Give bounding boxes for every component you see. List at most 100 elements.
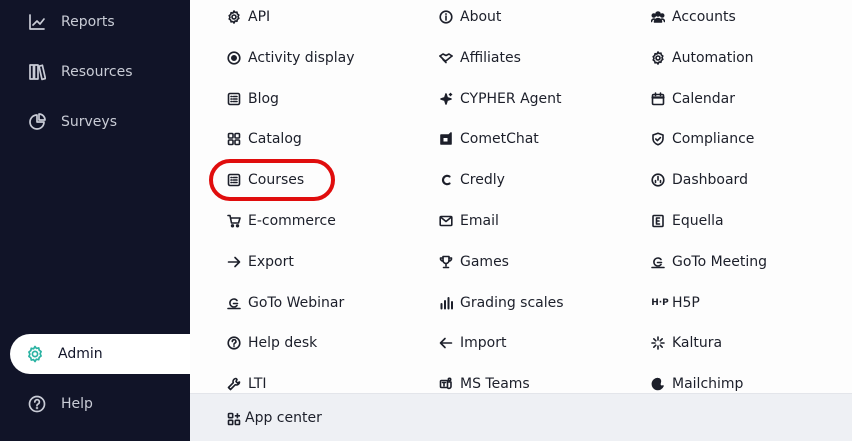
menu-item-goto-webinar[interactable]: GoTo Webinar [227,293,344,313]
menu-item-export[interactable]: Export [227,252,294,272]
sidebar-item-admin[interactable]: Admin [10,334,190,374]
menu-item-label: Email [460,213,499,229]
menu-item-kaltura[interactable]: Kaltura [651,333,722,353]
menu-item-label: Games [460,254,509,270]
menu-item-label: Kaltura [672,335,723,351]
menu-item-label: CometChat [460,131,539,147]
arrow-left-icon [439,336,453,350]
help-circle-icon [28,395,46,413]
menu-item-dashboard[interactable]: Dashboard [651,170,748,190]
menu-item-label: Affiliates [460,50,521,66]
equella-icon [651,214,665,228]
sidebar-item-label: Reports [61,14,115,30]
menu-item-label: E-commerce [248,213,336,229]
menu-item-label: Grading scales [460,295,564,311]
app-center-footer[interactable]: App center [190,393,852,441]
gear-icon [26,345,44,363]
app-center-label: App center [245,409,322,426]
menu-item-about[interactable]: About [439,7,501,27]
menu-item-label: Catalog [248,131,302,147]
menu-item-affiliates[interactable]: Affiliates [439,48,521,68]
menu-item-cometchat[interactable]: CometChat [439,129,539,149]
menu-item-equella[interactable]: Equella [651,211,724,231]
cometchat-icon [439,132,453,146]
sidebar-item-label: Surveys [61,114,117,130]
sidebar-item-label: Admin [58,346,103,362]
users-icon [651,10,665,24]
menu-item-ms-teams[interactable]: MS Teams [439,374,530,394]
menu-item-activity-display[interactable]: Activity display [227,48,355,68]
menu-item-blog[interactable]: Blog [227,89,279,109]
app-grid-icon [227,411,241,425]
menu-item-help-desk[interactable]: Help desk [227,333,317,353]
menu-item-label: Help desk [248,335,318,351]
info-circle-icon [439,10,453,24]
menu-item-label: H5P [672,295,700,311]
books-icon [28,63,46,81]
menu-item-compliance[interactable]: Compliance [651,129,754,149]
menu-item-grading-scales[interactable]: Grading scales [439,293,564,313]
menu-item-label: Credly [460,172,505,188]
cart-icon [227,214,241,228]
menu-item-label: Calendar [672,91,735,107]
menu-item-goto-meeting[interactable]: GoTo Meeting [651,252,767,272]
menu-item-import[interactable]: Import [439,333,506,353]
menu-item-credly[interactable]: Credly [439,170,505,190]
menu-item-label: Accounts [672,9,736,25]
chart-line-icon [28,13,46,31]
menu-item-label: Automation [672,50,754,66]
menu-item-label: Dashboard [672,172,748,188]
sidebar-item-surveys[interactable]: Surveys [0,102,190,142]
menu-item-label: Blog [248,91,279,107]
menu-item-calendar[interactable]: Calendar [651,89,735,109]
menu-item-label: LTI [248,376,267,392]
menu-item-api[interactable]: API [227,7,270,27]
menu-item-e-commerce[interactable]: E-commerce [227,211,336,231]
credly-icon [439,173,453,187]
menu-item-label: MS Teams [460,376,530,392]
menu-item-label: Equella [672,213,724,229]
menu-item-label: GoTo Webinar [248,295,345,311]
courses-highlight-ring [209,159,335,201]
menu-item-automation[interactable]: Automation [651,48,754,68]
menu-item-label: Export [248,254,294,270]
sidebar-item-label: Resources [61,64,133,80]
menu-item-email[interactable]: Email [439,211,499,231]
menu-item-catalog[interactable]: Catalog [227,129,302,149]
menu-item-lti[interactable]: LTI [227,374,267,394]
sidebar-item-label: Help [61,396,93,412]
wrench-icon [227,377,241,391]
goto-icon [227,296,241,310]
menu-item-games[interactable]: Games [439,252,509,272]
sidebar-item-resources[interactable]: Resources [0,52,190,92]
menu-item-label: GoTo Meeting [672,254,768,270]
dashboard-icon [651,173,665,187]
menu-item-accounts[interactable]: Accounts [651,7,736,27]
envelope-icon [439,214,453,228]
sparkle-icon [439,92,453,106]
handshake-icon [439,51,453,65]
menu-item-h5p[interactable]: H·P H5P [651,293,700,313]
question-circle-icon [227,336,241,350]
list-doc-icon [227,92,241,106]
menu-item-cypher-agent[interactable]: CYPHER Agent [439,89,562,109]
target-icon [227,51,241,65]
gear-outline-icon [651,51,665,65]
grid-icon [227,132,241,146]
shield-check-icon [651,132,665,146]
mailchimp-icon [651,377,665,391]
pie-chart-icon [28,113,46,131]
h5p-icon: H·P [651,298,669,308]
sidebar-item-help[interactable]: Help [0,384,190,424]
trophy-icon [439,255,453,269]
menu-item-label: Compliance [672,131,755,147]
bar-chart-icon [439,296,453,310]
menu-item-label: Activity display [248,50,355,66]
sidebar-item-reports[interactable]: Reports [0,2,190,42]
menu-item-mailchimp[interactable]: Mailchimp [651,374,743,394]
teams-icon [439,377,453,391]
api-gear-icon [227,10,241,24]
menu-item-label: CYPHER Agent [460,91,562,107]
goto-icon [651,255,665,269]
menu-item-label: API [248,9,271,25]
